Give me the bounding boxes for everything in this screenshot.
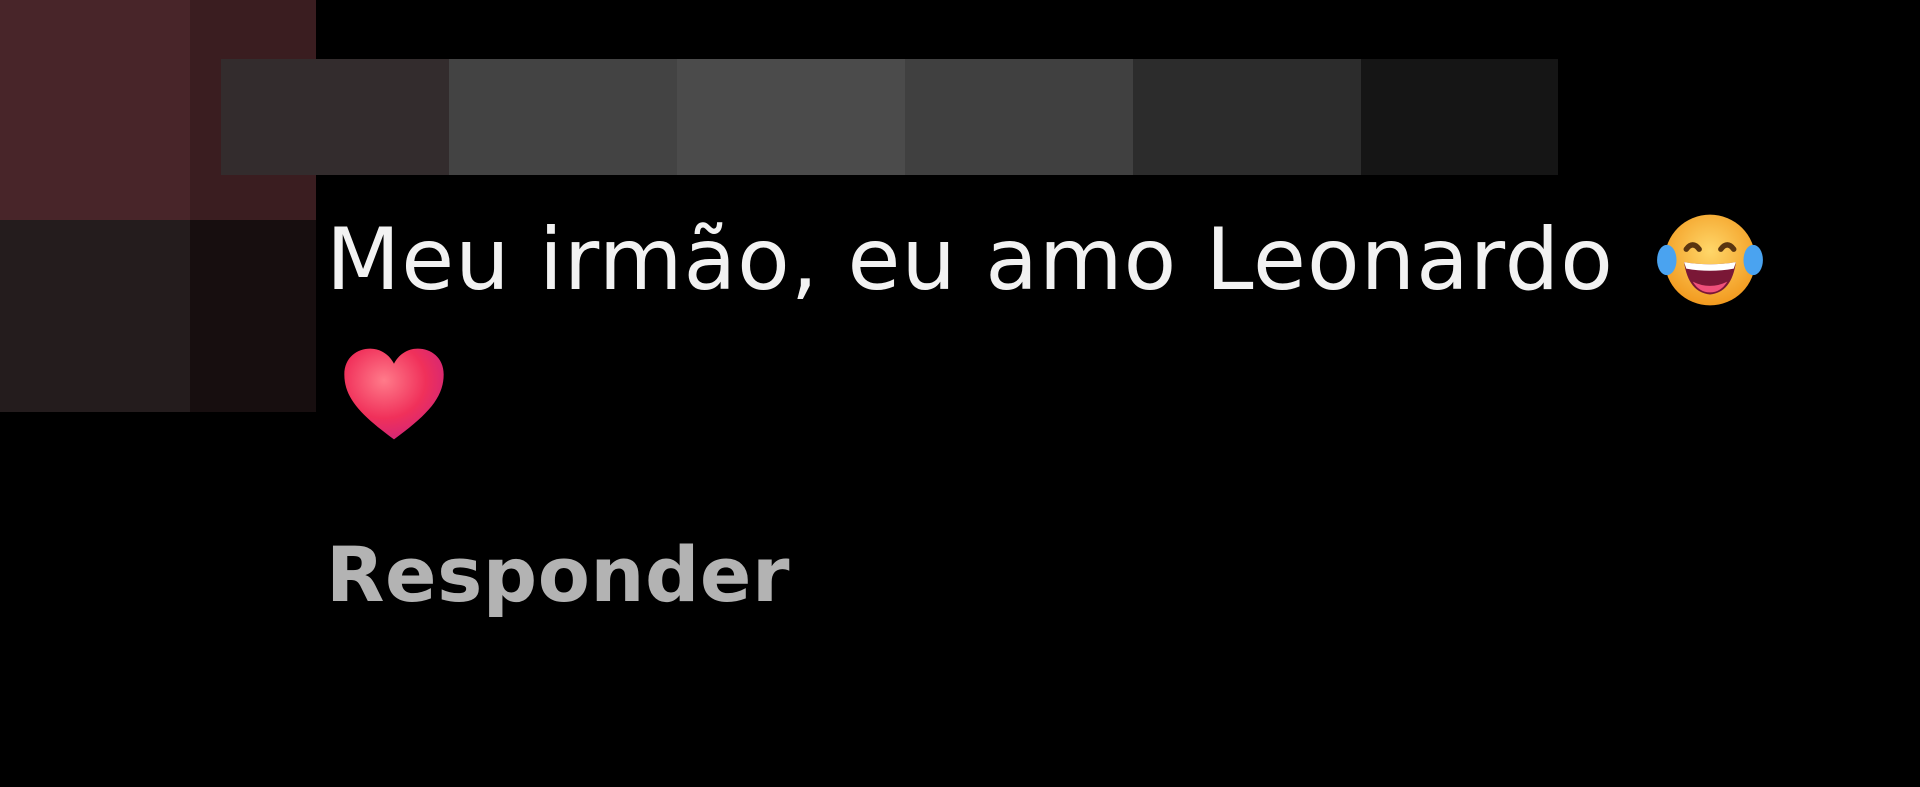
name-pixel [1361,59,1558,175]
avatar-pixel [0,0,190,220]
name-pixel [449,59,677,175]
avatar-pixel [190,220,316,412]
name-pixel [1133,59,1361,175]
commenter-name-censored[interactable] [221,59,1558,175]
comment-text: Meu irmão, eu amo Leonardo [326,210,1614,310]
reply-button[interactable]: Responder [326,530,790,619]
name-pixel [221,59,449,175]
avatar-pixel [0,220,190,412]
laughing-with-tears-emoji [1656,214,1763,306]
red-heart-emoji [344,348,444,440]
name-pixel [677,59,905,175]
name-pixel [905,59,1133,175]
comment-view: Meu irmão, eu amo Leonardo Responder [0,0,1920,787]
comment-body: Meu irmão, eu amo Leonardo [326,204,1886,316]
